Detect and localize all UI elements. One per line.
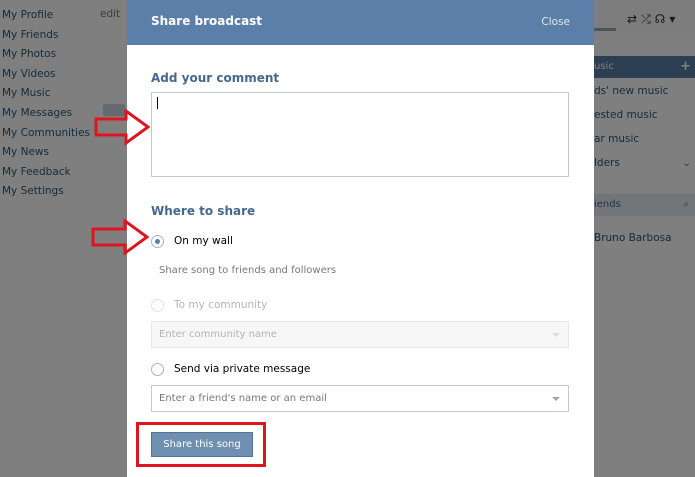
dropdown-arrow-icon[interactable] [552, 397, 560, 401]
option-to-my-community: To my community [151, 297, 267, 313]
recipient-select[interactable]: Enter a friend's name or an email [151, 385, 569, 412]
recipient-select-placeholder: Enter a friend's name or an email [159, 393, 327, 404]
annotation-highlight-share-button [136, 422, 266, 467]
comment-section-title: Add your comment [151, 71, 280, 85]
option-private-message[interactable]: Send via private message [151, 361, 310, 377]
text-caret [157, 97, 158, 109]
community-select-placeholder: Enter community name [159, 329, 277, 340]
option-to-my-community-label: To my community [174, 299, 268, 311]
on-my-wall-hint: Share song to friends and followers [159, 265, 337, 276]
radio-on-my-wall[interactable] [151, 234, 164, 248]
option-on-my-wall[interactable]: On my wall [151, 233, 233, 249]
radio-to-my-community [151, 298, 164, 312]
community-select: Enter community name [151, 321, 569, 348]
dropdown-arrow-icon [552, 333, 560, 337]
share-broadcast-dialog: Share broadcast Close Add your comment W… [127, 0, 594, 477]
option-on-my-wall-label: On my wall [174, 235, 233, 247]
option-private-message-label: Send via private message [174, 363, 311, 375]
comment-textarea[interactable] [151, 92, 569, 177]
dialog-header: Share broadcast Close [127, 0, 594, 45]
close-button[interactable]: Close [541, 16, 570, 28]
radio-private-message[interactable] [151, 362, 164, 376]
share-section-title: Where to share [151, 204, 256, 218]
dialog-title: Share broadcast [151, 14, 263, 28]
annotation-arrow-comment [94, 109, 150, 145]
annotation-arrow-wall [91, 219, 149, 255]
